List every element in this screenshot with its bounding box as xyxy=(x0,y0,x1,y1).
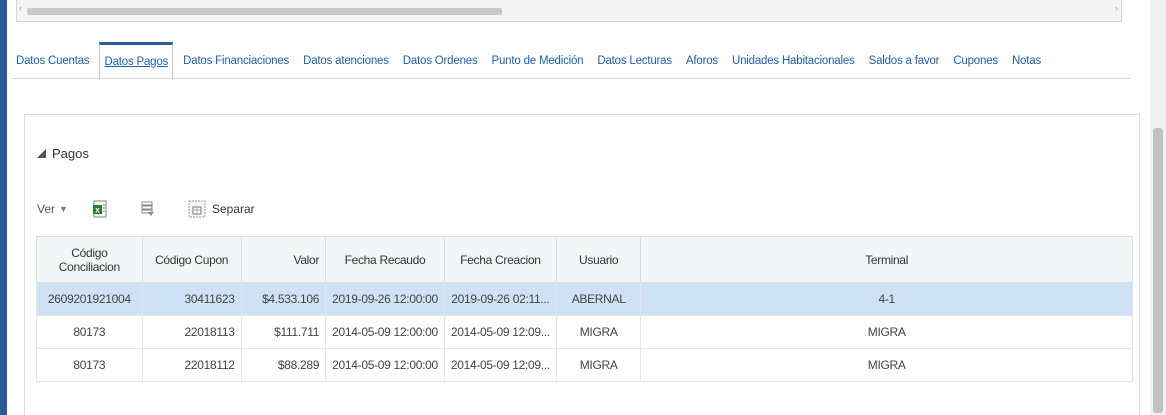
tab-punto-de-medicion[interactable]: Punto de Medición xyxy=(488,55,588,67)
tab-saldos-a-favor[interactable]: Saldos a favor xyxy=(865,55,944,67)
column-header-terminal[interactable]: Terminal xyxy=(640,236,1133,283)
table-row[interactable]: 2609201921004 30411623 $4.533.106 2019-0… xyxy=(36,282,1133,316)
tab-cupones[interactable]: Cupones xyxy=(949,55,1002,67)
cell-fecha-creacion: 2014-05-09 12:09... xyxy=(443,315,557,349)
tab-divider xyxy=(12,78,1130,79)
view-menu-button[interactable]: Ver ▼ xyxy=(37,202,68,216)
cell-codigo-cupon: 22018113 xyxy=(141,315,242,349)
left-accent-bar xyxy=(0,0,7,415)
cell-fecha-recaudo: 2014-05-09 12:00:00 xyxy=(325,348,445,382)
view-menu-label: Ver xyxy=(37,202,56,216)
cell-fecha-creacion: 2019-09-26 02:11... xyxy=(443,282,557,316)
cell-terminal: MIGRA xyxy=(640,348,1133,382)
cell-fecha-recaudo: 2014-05-09 12:00:00 xyxy=(325,315,445,349)
column-header-codigo-cupon[interactable]: Código Cupon xyxy=(141,236,242,283)
horizontal-scrollbar[interactable]: ‹ › xyxy=(16,0,1122,22)
cell-valor: $4.533.106 xyxy=(240,282,327,316)
cell-codigo-conciliacion: 80173 xyxy=(36,348,143,382)
tab-datos-atenciones[interactable]: Datos atenciones xyxy=(299,55,393,67)
tab-aforos[interactable]: Aforos xyxy=(682,55,722,67)
vertical-scroll-thumb[interactable] xyxy=(1153,128,1163,413)
column-header-usuario[interactable]: Usuario xyxy=(555,236,642,283)
tab-datos-lecturas[interactable]: Datos Lecturas xyxy=(593,55,676,67)
tab-unidades-habitacionales[interactable]: Unidades Habitacionales xyxy=(728,55,859,67)
cell-fecha-recaudo: 2019-09-26 12:00:00 xyxy=(325,282,445,316)
cell-codigo-cupon: 30411623 xyxy=(141,282,242,316)
column-header-codigo-conciliacion[interactable]: Código Conciliacion xyxy=(36,236,143,283)
filter-icon[interactable] xyxy=(140,200,156,218)
svg-text:x: x xyxy=(95,206,100,215)
detach-button[interactable]: Separar xyxy=(188,200,255,218)
table-header-row: Código Conciliacion Código Cupon Valor F… xyxy=(36,236,1133,283)
tab-datos-cuentas[interactable]: Datos Cuentas xyxy=(12,55,93,67)
export-excel-icon[interactable]: x xyxy=(92,200,108,218)
chevron-down-icon: ▼ xyxy=(59,204,68,214)
detach-label: Separar xyxy=(211,202,255,216)
cell-usuario: MIGRA xyxy=(555,315,642,349)
cell-usuario: MIGRA xyxy=(555,348,642,382)
vertical-scrollbar[interactable] xyxy=(1150,0,1166,415)
cell-codigo-conciliacion: 80173 xyxy=(36,315,143,349)
tab-notas[interactable]: Notas xyxy=(1008,55,1045,67)
column-header-fecha-recaudo[interactable]: Fecha Recaudo xyxy=(325,236,445,283)
column-header-fecha-creacion[interactable]: Fecha Creacion xyxy=(443,236,557,283)
tab-bar: Datos Cuentas Datos Pagos Datos Financia… xyxy=(12,41,1051,80)
table-row[interactable]: 80173 22018112 $88.289 2014-05-09 12:00:… xyxy=(36,348,1133,382)
tab-datos-financiaciones[interactable]: Datos Financiaciones xyxy=(179,55,293,67)
cell-valor: $88.289 xyxy=(240,348,327,382)
table-toolbar: Ver ▼ x Separar xyxy=(37,192,255,226)
cell-terminal: MIGRA xyxy=(640,315,1133,349)
cell-valor: $111.711 xyxy=(240,315,327,349)
cell-usuario: ABERNAL xyxy=(555,282,642,316)
cell-codigo-cupon: 22018112 xyxy=(141,348,242,382)
section-header-pagos[interactable]: Pagos xyxy=(37,146,89,161)
section-title: Pagos xyxy=(52,146,89,161)
cell-terminal: 4-1 xyxy=(640,282,1133,316)
scroll-right-icon[interactable]: › xyxy=(1115,3,1118,13)
horizontal-scroll-thumb[interactable] xyxy=(27,8,502,15)
tab-datos-ordenes[interactable]: Datos Ordenes xyxy=(399,55,482,67)
collapse-triangle-icon[interactable] xyxy=(37,149,46,158)
cell-codigo-conciliacion: 2609201921004 xyxy=(36,282,143,316)
column-header-valor[interactable]: Valor xyxy=(240,236,327,283)
scroll-left-icon[interactable]: ‹ xyxy=(19,3,22,13)
cell-fecha-creacion: 2014-05-09 12:09... xyxy=(443,348,557,382)
table-row[interactable]: 80173 22018113 $111.711 2014-05-09 12:00… xyxy=(36,315,1133,349)
detach-icon xyxy=(188,200,206,218)
tab-datos-pagos[interactable]: Datos Pagos xyxy=(99,41,174,80)
payments-table: Código Conciliacion Código Cupon Valor F… xyxy=(36,236,1133,382)
